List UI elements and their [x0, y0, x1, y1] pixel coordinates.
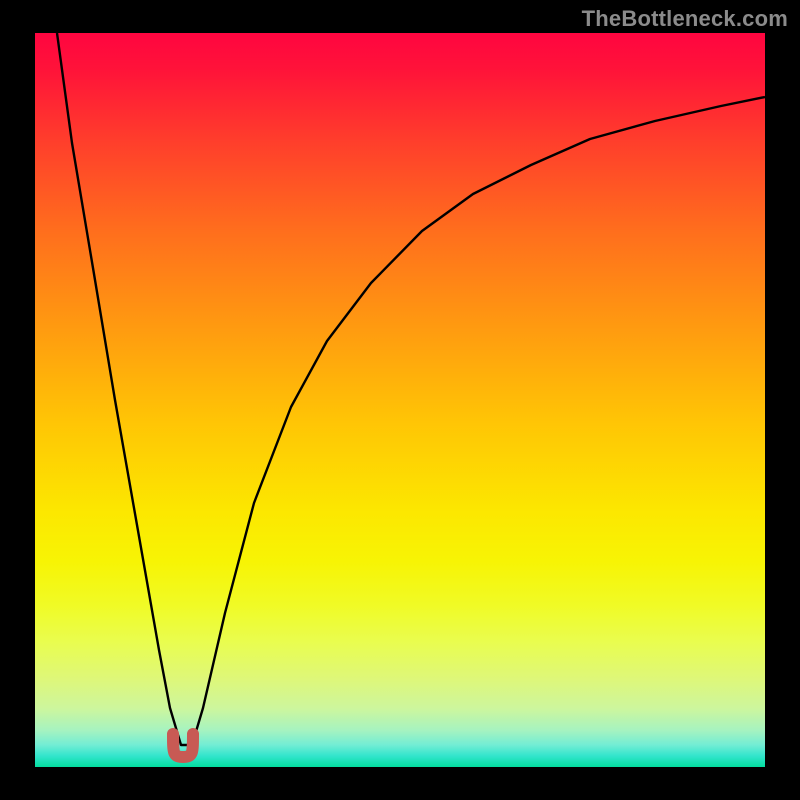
watermark-text: TheBottleneck.com — [582, 6, 788, 32]
chart-plot-area — [35, 33, 765, 767]
curve-path — [57, 33, 765, 745]
bottleneck-curve — [35, 33, 765, 767]
